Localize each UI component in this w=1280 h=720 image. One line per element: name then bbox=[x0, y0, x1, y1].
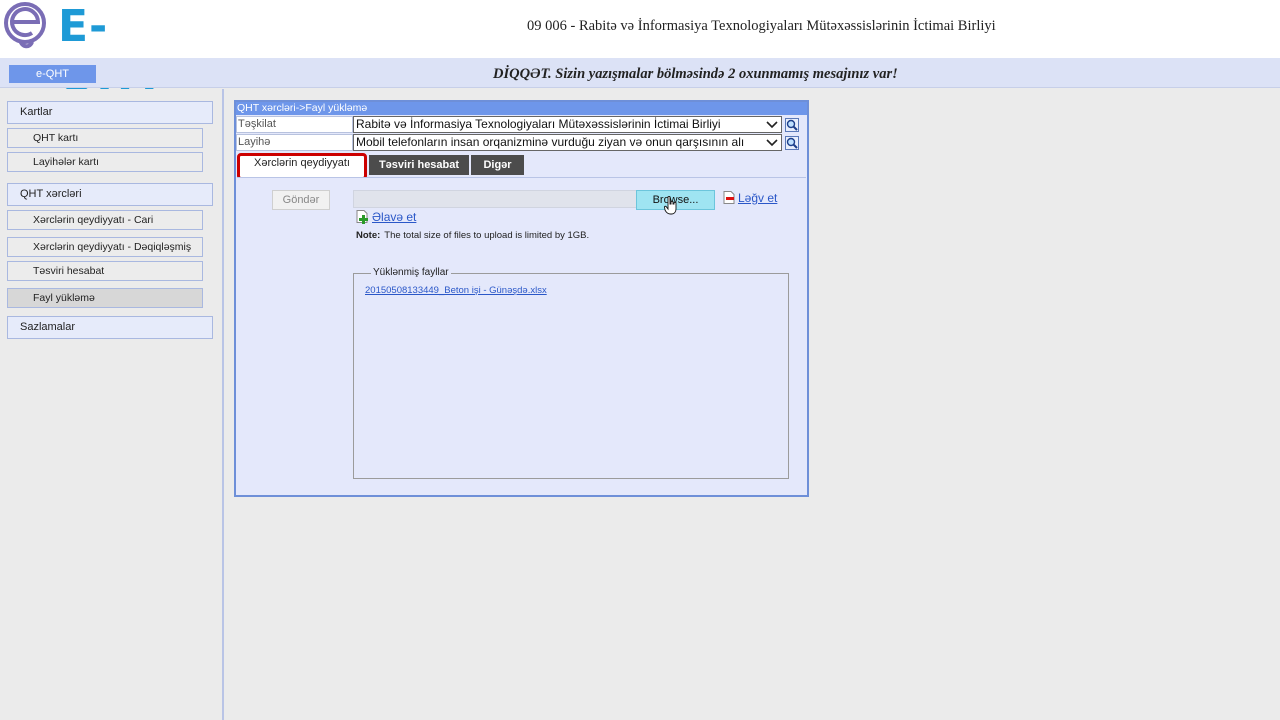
sidebar-item-qht-karti[interactable]: QHT kartı bbox=[7, 128, 203, 148]
add-link-label: Əlavə et bbox=[372, 210, 417, 224]
add-link[interactable]: Əlavə et bbox=[356, 210, 416, 224]
sidebar-section-kartlar[interactable]: Kartlar bbox=[7, 101, 213, 124]
sidebar-item-layiheler-karti[interactable]: Layihələr kartı bbox=[7, 152, 203, 172]
sidebar: Kartlar QHT kartı Layihələr kartı QHT xə… bbox=[0, 89, 224, 720]
note-label: Note: bbox=[356, 230, 381, 241]
layihe-select[interactable]: Mobil telefonların insan orqanizminə vur… bbox=[353, 134, 782, 151]
cancel-link[interactable]: Ləğv et bbox=[723, 191, 777, 205]
sidebar-item-xerclerin-qeydiyyati-deqiqlesmis[interactable]: Xərclərin qeydiyyatı - Dəqiqləşmiş bbox=[7, 237, 203, 257]
add-file-icon bbox=[356, 210, 368, 224]
tab-e-qht[interactable]: e-QHT bbox=[9, 65, 96, 83]
tab-tesviri-hesabat[interactable]: Təsviri hesabat bbox=[369, 155, 469, 175]
layihe-select-value: Mobil telefonların insan orqanizminə vur… bbox=[356, 135, 745, 149]
note-text: The total size of files to upload is lim… bbox=[384, 230, 590, 241]
header: E-QHT 09 006 - Rabitə və İnformasiya Tex… bbox=[0, 0, 1280, 102]
teskilat-label: Təşkilat bbox=[236, 116, 353, 133]
uploaded-file-link[interactable]: 20150508133449_Beton işi - Günəşdə.xlsx bbox=[365, 285, 547, 296]
sidebar-item-xerclerin-qeydiyyati-cari[interactable]: Xərclərin qeydiyyatı - Cari bbox=[7, 210, 203, 230]
chevron-down-icon bbox=[766, 139, 778, 147]
sidebar-section-sazlamalar[interactable]: Sazlamalar bbox=[7, 316, 213, 339]
mouse-cursor-icon bbox=[664, 196, 677, 215]
magnifier-icon[interactable] bbox=[785, 136, 799, 150]
chevron-down-icon bbox=[766, 121, 778, 129]
sidebar-item-fayl-yukleme[interactable]: Fayl yükləmə bbox=[7, 288, 203, 308]
magnifier-icon[interactable] bbox=[785, 118, 799, 132]
teskilat-select[interactable]: Rabitə və İnformasiya Texnologiyaları Mü… bbox=[353, 116, 782, 133]
send-button[interactable]: Göndər bbox=[272, 190, 330, 210]
organization-title: 09 006 - Rabitə və İnformasiya Texnologi… bbox=[527, 18, 996, 34]
uploaded-files-box: Yüklənmiş fayllar 20150508133449_Beton i… bbox=[353, 267, 789, 479]
sidebar-section-qht-xercleri[interactable]: QHT xərcləri bbox=[7, 183, 213, 206]
file-path-input[interactable] bbox=[353, 190, 638, 208]
tab-xerclerin-qeydiyyati[interactable]: Xərclərin qeydiyyatı bbox=[237, 153, 367, 180]
top-bar: e-QHT DİQQƏT. Sizin yazışmalar bölməsind… bbox=[0, 58, 1280, 88]
unread-messages-notice[interactable]: DİQQƏT. Sizin yazışmalar bölməsində 2 ox… bbox=[493, 66, 898, 83]
logo-e-icon bbox=[4, 2, 46, 49]
tab-diger[interactable]: Digər bbox=[471, 155, 524, 175]
file-upload-panel: QHT xərcləri->Fayl yükləmə Təşkilat Rabi… bbox=[234, 100, 809, 497]
upload-size-note: Note: The total size of files to upload i… bbox=[356, 230, 589, 241]
teskilat-select-value: Rabitə və İnformasiya Texnologiyaları Mü… bbox=[356, 117, 721, 131]
cancel-link-label: Ləğv et bbox=[738, 191, 778, 205]
layihe-label: Layihə bbox=[236, 134, 353, 151]
panel-title: QHT xərcləri->Fayl yükləmə bbox=[236, 102, 807, 115]
remove-file-icon bbox=[723, 191, 735, 204]
uploaded-files-legend: Yüklənmiş fayllar bbox=[371, 267, 451, 278]
logo[interactable]: E-QHT bbox=[0, 0, 200, 102]
sidebar-item-tesviri-hesabat[interactable]: Təsviri hesabat bbox=[7, 261, 203, 281]
